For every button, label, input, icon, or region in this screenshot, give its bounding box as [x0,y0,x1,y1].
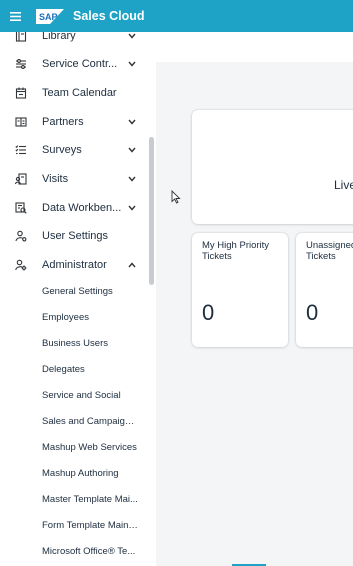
sidebar-item-team-calendar[interactable]: Team Calendar [0,79,146,107]
partners-icon [14,115,28,129]
sidebar-subitem-master-template[interactable]: Master Template Mai... [0,486,146,512]
main-content: Live My High Priority Tickets 0 Unassign… [156,32,353,566]
sidebar-item-label: Partners [42,116,84,128]
sidebar-subitem-delegates[interactable]: Delegates [0,356,146,382]
sidebar-subitem-label: Business Users [42,337,108,349]
sidebar-subitem-form-template[interactable]: Form Template Maint... [0,512,146,538]
main-top-bar [156,32,353,62]
sidebar-subitem-mashup-web-services[interactable]: Mashup Web Services [0,434,146,460]
sidebar-subitem-label: Service and Social [42,389,121,401]
tile-title: My High Priority Tickets [202,240,270,262]
sidebar-item-label: Team Calendar [42,87,117,99]
sidebar-subitem-general-settings[interactable]: General Settings [0,278,146,304]
svg-text:SAP: SAP [39,12,58,22]
sidebar-item-label: Surveys [42,144,82,156]
sidebar-subitem-label: Mashup Web Services [42,441,137,453]
sidebar-subitem-microsoft-office[interactable]: Microsoft Office® Te... [0,538,146,564]
sidebar-item-service-control[interactable]: Service Contr... [0,50,146,78]
sidebar-item-label: User Settings [42,230,109,242]
sidebar-nav: Library Service Contr... Team Calendar P… [0,32,156,566]
mouse-cursor-icon [171,189,181,209]
sidebar-item-surveys[interactable]: Surveys [0,136,146,164]
sidebar-item-label: Visits [42,173,69,185]
sidebar-item-administrator[interactable]: Administrator [0,251,146,279]
tile-my-high-priority-tickets[interactable]: My High Priority Tickets 0 [192,233,288,347]
user-settings-icon [14,229,28,243]
surveys-icon [14,143,28,157]
live-card[interactable] [192,110,353,224]
shell-header: SAP Sales Cloud [0,0,353,32]
chevron-down-icon[interactable] [127,203,137,213]
app-title: Sales Cloud [73,9,145,23]
chevron-up-icon[interactable] [127,260,137,270]
tile-title: Unassigned Tickets [306,240,353,262]
sidebar-item-label: Data Workben... [42,202,122,214]
sap-logo[interactable]: SAP [36,8,64,24]
sidebar-subitem-label: Delegates [42,363,85,375]
sidebar-subitem-label: General Settings [42,285,113,297]
visits-icon [14,172,28,186]
sidebar-subitem-business-users[interactable]: Business Users [0,330,146,356]
sidebar-subitem-employees[interactable]: Employees [0,304,146,330]
chevron-down-icon[interactable] [127,117,137,127]
sidebar-scrollbar[interactable] [149,137,154,285]
sidebar-subitem-label: Form Template Maint... [42,519,138,531]
tile-unassigned-tickets[interactable]: Unassigned Tickets 0 [296,233,353,347]
sidebar-item-visits[interactable]: Visits [0,165,146,193]
sidebar-subitem-label: Sales and Campaign ... [42,415,138,427]
sidebar-item-label: Service Contr... [42,58,118,70]
chevron-down-icon[interactable] [127,174,137,184]
chevron-down-icon[interactable] [127,32,137,41]
sidebar-subitem-label: Master Template Mai... [42,493,138,505]
sidebar-subitem-label: Microsoft Office® Te... [42,545,136,557]
sidebar-subitem-mashup-authoring[interactable]: Mashup Authoring [0,460,146,486]
tile-value: 0 [306,300,319,325]
service-control-icon [14,57,28,71]
sidebar-item-data-workbench[interactable]: Data Workben... [0,194,146,222]
chevron-down-icon[interactable] [127,145,137,155]
calendar-icon [14,86,28,100]
sidebar-subitem-label: Employees [42,311,89,323]
data-workbench-icon [14,201,28,215]
sidebar-item-user-settings[interactable]: User Settings [0,222,146,250]
chevron-down-icon[interactable] [127,59,137,69]
hamburger-icon[interactable] [0,0,30,32]
sidebar-subitem-label: Mashup Authoring [42,467,119,479]
live-card-label: Live [334,178,353,192]
sidebar-item-partners[interactable]: Partners [0,108,146,136]
administrator-icon [14,258,28,272]
library-icon [14,32,28,43]
sidebar-item-library[interactable]: Library [0,32,146,50]
tile-value: 0 [202,300,215,325]
sidebar-item-label: Administrator [42,259,107,271]
sidebar-subitem-sales-and-campaign[interactable]: Sales and Campaign ... [0,408,146,434]
sidebar-item-label: Library [42,32,76,42]
sidebar-subitem-service-and-social[interactable]: Service and Social [0,382,146,408]
